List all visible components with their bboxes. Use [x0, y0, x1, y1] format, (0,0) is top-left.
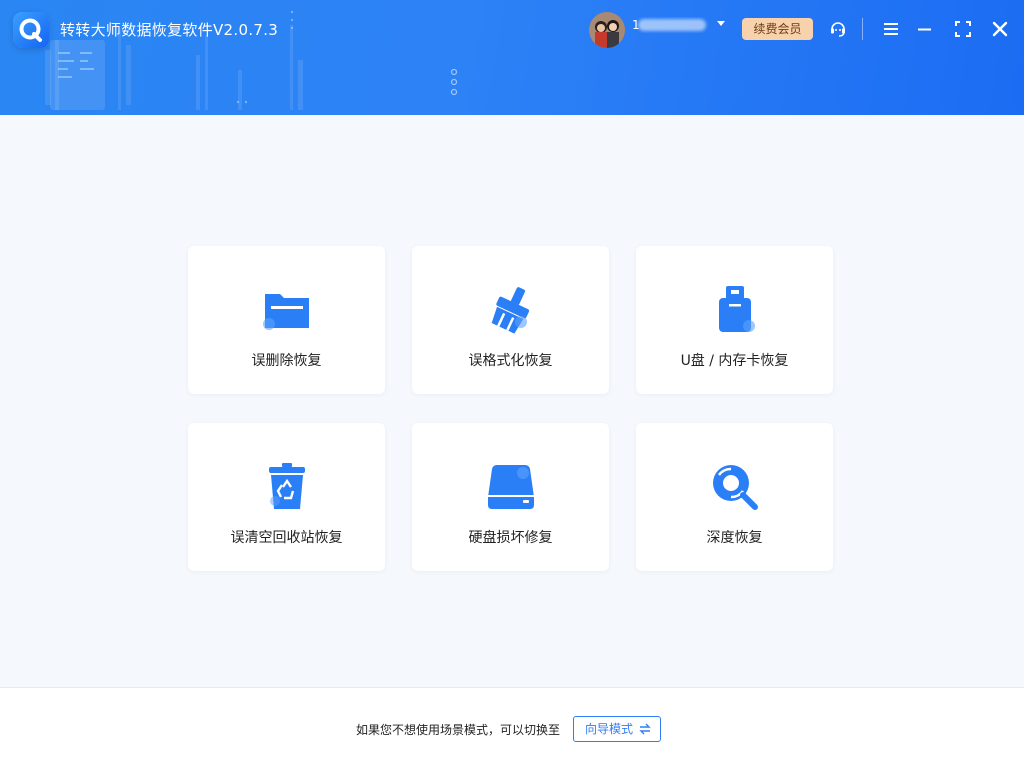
card-disk-repair[interactable]: 硬盘损坏修复 [412, 423, 609, 571]
folder-icon [263, 294, 309, 330]
customer-service-icon[interactable] [829, 20, 847, 38]
card-format-recovery[interactable]: 误格式化恢复 [412, 246, 609, 394]
card-label: 硬盘损坏修复 [468, 530, 553, 546]
maximize-icon[interactable] [954, 20, 972, 38]
card-delete-recovery[interactable]: 误删除恢复 [188, 246, 385, 394]
app-title: 转转大师数据恢复软件V2.0.7.3 [60, 21, 279, 39]
username-blur [638, 19, 706, 31]
usb-drive-icon [719, 286, 755, 332]
deep-scan-icon [713, 465, 758, 510]
card-label: 误删除恢复 [251, 353, 322, 369]
title-bar: 转转大师数据恢复软件V2.0.7.3 1 续费会员 [0, 0, 1024, 115]
caret-down-icon[interactable] [716, 20, 726, 28]
mode-switch-hint: 如果您不想使用场景模式，可以切换至 [356, 723, 561, 737]
minimize-icon[interactable] [916, 20, 934, 38]
recycle-bin-icon [269, 463, 305, 509]
guide-mode-label: 向导模式 [585, 722, 634, 736]
card-label: 误格式化恢复 [468, 353, 553, 369]
header-separator [862, 18, 863, 40]
card-label: 深度恢复 [706, 530, 763, 546]
switch-arrows-icon [639, 723, 651, 735]
card-recycle-bin-recovery[interactable]: 误清空回收站恢复 [188, 423, 385, 571]
username[interactable]: 1 [632, 17, 710, 33]
logo-icon [13, 12, 49, 48]
header-decoration [45, 10, 458, 110]
card-usb-recovery[interactable]: U盘 / 内存卡恢复 [636, 246, 833, 394]
avatar-icon [589, 12, 625, 48]
card-label: U盘 / 内存卡恢复 [680, 353, 789, 369]
guide-mode-button[interactable]: 向导模式 [573, 716, 661, 742]
card-deep-recovery[interactable]: 深度恢复 [636, 423, 833, 571]
hard-disk-icon [488, 465, 534, 509]
card-label: 误清空回收站恢复 [230, 530, 343, 546]
renew-vip-button[interactable]: 续费会员 [742, 18, 813, 40]
menu-icon[interactable] [882, 20, 900, 38]
broom-icon [491, 287, 530, 334]
user-avatar[interactable] [589, 12, 625, 48]
close-icon[interactable] [991, 20, 1009, 38]
app-logo [13, 12, 49, 48]
footer-bar: 如果您不想使用场景模式，可以切换至 向导模式 [0, 687, 1024, 769]
